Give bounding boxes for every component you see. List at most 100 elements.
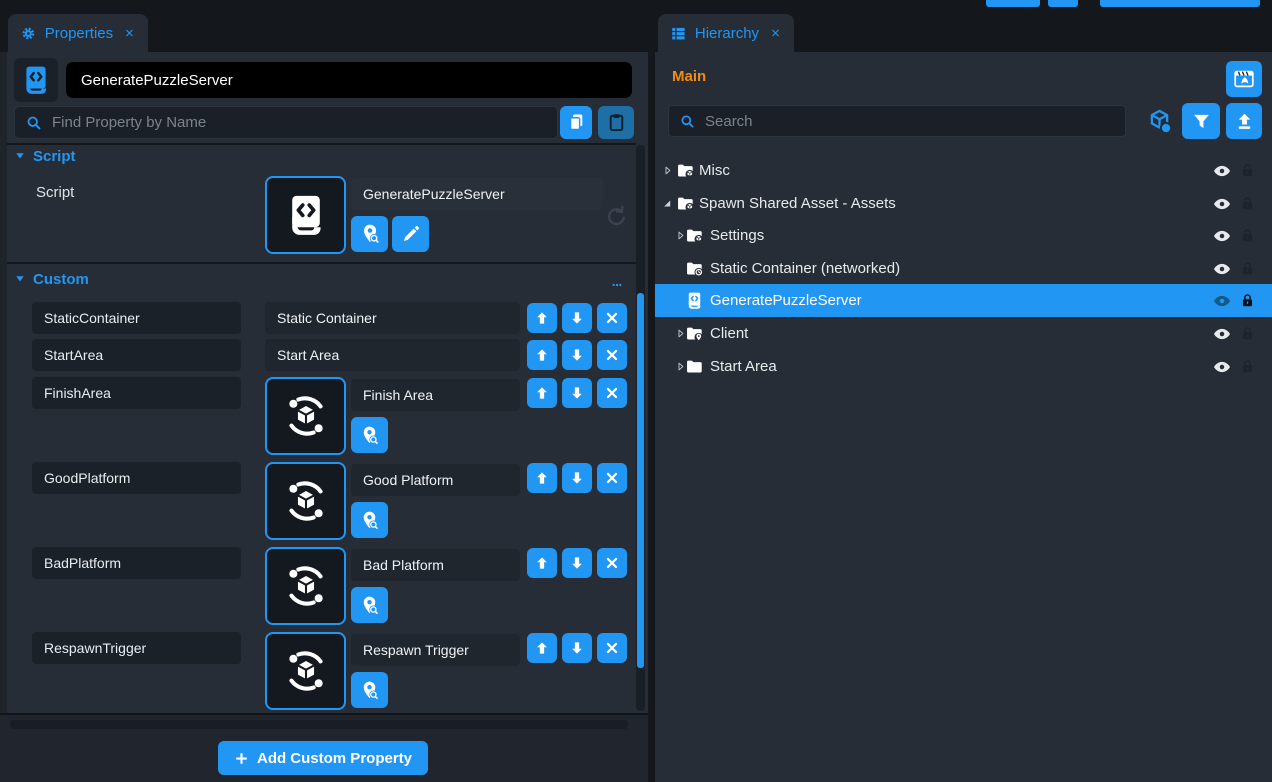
tree-item-label: Static Container (networked) bbox=[710, 252, 900, 285]
pin-magnifier-icon bbox=[359, 680, 380, 701]
lock-icon[interactable] bbox=[1239, 357, 1256, 376]
move-up-button[interactable] bbox=[527, 463, 557, 493]
collapse-arrow-icon[interactable] bbox=[661, 197, 674, 210]
properties-scrollbar-thumb[interactable] bbox=[637, 293, 644, 668]
lock-icon[interactable] bbox=[1239, 226, 1256, 245]
move-up-button[interactable] bbox=[527, 378, 557, 408]
expand-arrow-icon[interactable] bbox=[661, 164, 674, 177]
visibility-eye-icon[interactable] bbox=[1212, 161, 1232, 181]
tree-item-label: Misc bbox=[699, 154, 730, 187]
property-value-field[interactable]: Start Area bbox=[265, 339, 520, 371]
visibility-eye-icon[interactable] bbox=[1212, 226, 1232, 246]
hierarchy-tree: MiscSpawn Shared Asset - AssetsSettingsS… bbox=[655, 14, 1272, 782]
top-toolbar-button-fragment[interactable] bbox=[1048, 0, 1078, 7]
lock-icon[interactable] bbox=[1239, 291, 1256, 310]
locate-entity-button[interactable] bbox=[351, 587, 388, 623]
delete-property-button[interactable] bbox=[597, 463, 627, 493]
move-up-button[interactable] bbox=[527, 303, 557, 333]
tree-item-settings[interactable]: Settings bbox=[655, 219, 1272, 252]
add-custom-property-label: Add Custom Property bbox=[257, 750, 412, 767]
visibility-eye-icon[interactable] bbox=[1212, 357, 1232, 377]
lock-icon[interactable] bbox=[1239, 259, 1256, 278]
move-down-button[interactable] bbox=[562, 303, 592, 333]
locate-entity-button[interactable] bbox=[351, 502, 388, 538]
pin-magnifier-icon bbox=[359, 510, 380, 531]
tree-item-start-area[interactable]: Start Area bbox=[655, 350, 1272, 383]
cube-orbit-icon bbox=[283, 478, 329, 524]
property-name-field[interactable]: BadPlatform bbox=[32, 547, 241, 579]
move-down-button[interactable] bbox=[562, 340, 592, 370]
down-icon bbox=[569, 385, 585, 401]
visibility-eye-icon[interactable] bbox=[1212, 291, 1232, 311]
properties-footer: Add Custom Property bbox=[0, 713, 648, 782]
add-custom-property-button[interactable]: Add Custom Property bbox=[218, 741, 428, 775]
horizontal-scrollbar[interactable] bbox=[10, 720, 628, 729]
property-name-field[interactable]: RespawnTrigger bbox=[32, 632, 241, 664]
lock-icon[interactable] bbox=[1239, 324, 1256, 343]
xmark-icon bbox=[604, 470, 620, 486]
cube-orbit-icon bbox=[283, 393, 329, 439]
locate-entity-button[interactable] bbox=[351, 417, 388, 453]
tree-item-label: Spawn Shared Asset - Assets bbox=[699, 187, 896, 220]
lock-icon[interactable] bbox=[1239, 161, 1256, 180]
folder-icon bbox=[685, 357, 704, 376]
delete-property-button[interactable] bbox=[597, 548, 627, 578]
property-value-field[interactable]: Static Container bbox=[265, 302, 520, 334]
delete-property-button[interactable] bbox=[597, 303, 627, 333]
lock-icon[interactable] bbox=[1239, 194, 1256, 213]
move-up-button[interactable] bbox=[527, 340, 557, 370]
property-name-field[interactable]: GoodPlatform bbox=[32, 462, 241, 494]
move-down-button[interactable] bbox=[562, 378, 592, 408]
top-toolbar-button-fragment[interactable] bbox=[986, 0, 1040, 7]
delete-property-button[interactable] bbox=[597, 378, 627, 408]
tree-item-label: Settings bbox=[710, 219, 764, 252]
folder-icon bbox=[676, 194, 695, 213]
property-name-field[interactable]: StartArea bbox=[32, 339, 241, 371]
delete-property-button[interactable] bbox=[597, 633, 627, 663]
pin-magnifier-icon bbox=[359, 425, 380, 446]
entity-reference-thumbnail[interactable] bbox=[265, 632, 346, 710]
property-value-field[interactable]: Good Platform bbox=[351, 464, 520, 496]
up-icon bbox=[534, 310, 550, 326]
tree-item-label: Client bbox=[710, 317, 748, 350]
cube-orbit-icon bbox=[283, 648, 329, 694]
folder-icon bbox=[685, 226, 704, 245]
xmark-icon bbox=[604, 347, 620, 363]
plus-icon bbox=[234, 751, 249, 766]
up-icon bbox=[534, 347, 550, 363]
property-name-field[interactable]: FinishArea bbox=[32, 377, 241, 409]
xmark-icon bbox=[604, 310, 620, 326]
property-name-field[interactable]: StaticContainer bbox=[32, 302, 241, 334]
move-down-button[interactable] bbox=[562, 463, 592, 493]
scrollbar-track[interactable] bbox=[636, 145, 645, 711]
tree-item-misc[interactable]: Misc bbox=[655, 154, 1272, 187]
custom-rows-container: StaticContainer Static Container StartArea… bbox=[0, 14, 648, 713]
down-icon bbox=[569, 640, 585, 656]
entity-reference-thumbnail[interactable] bbox=[265, 377, 346, 455]
property-value-field[interactable]: Finish Area bbox=[351, 379, 520, 411]
tree-item-generatepuzzleserver[interactable]: GeneratePuzzleServer bbox=[655, 284, 1272, 317]
hierarchy-panel: Hierarchy Main MiscSpawn Shared Asset - … bbox=[655, 14, 1272, 782]
entity-reference-thumbnail[interactable] bbox=[265, 462, 346, 540]
tree-item-static-container-networked[interactable]: Static Container (networked) bbox=[655, 252, 1272, 285]
down-icon bbox=[569, 310, 585, 326]
visibility-eye-icon[interactable] bbox=[1212, 194, 1232, 214]
cube-orbit-icon bbox=[283, 563, 329, 609]
move-up-button[interactable] bbox=[527, 548, 557, 578]
delete-property-button[interactable] bbox=[597, 340, 627, 370]
move-up-button[interactable] bbox=[527, 633, 557, 663]
property-value-field[interactable]: Bad Platform bbox=[351, 549, 520, 581]
editor-root: { "colors": { "accent": "#2196f3", "pane… bbox=[0, 0, 1272, 782]
top-toolbar-button-fragment[interactable] bbox=[1100, 0, 1260, 7]
entity-reference-thumbnail[interactable] bbox=[265, 547, 346, 625]
move-down-button[interactable] bbox=[562, 548, 592, 578]
visibility-eye-icon[interactable] bbox=[1212, 324, 1232, 344]
visibility-eye-icon[interactable] bbox=[1212, 259, 1232, 279]
locate-entity-button[interactable] bbox=[351, 672, 388, 708]
down-icon bbox=[569, 470, 585, 486]
tree-item-client[interactable]: Client bbox=[655, 317, 1272, 350]
down-icon bbox=[569, 555, 585, 571]
property-value-field[interactable]: Respawn Trigger bbox=[351, 634, 520, 666]
tree-item-spawn-shared-asset-assets[interactable]: Spawn Shared Asset - Assets bbox=[655, 187, 1272, 220]
move-down-button[interactable] bbox=[562, 633, 592, 663]
